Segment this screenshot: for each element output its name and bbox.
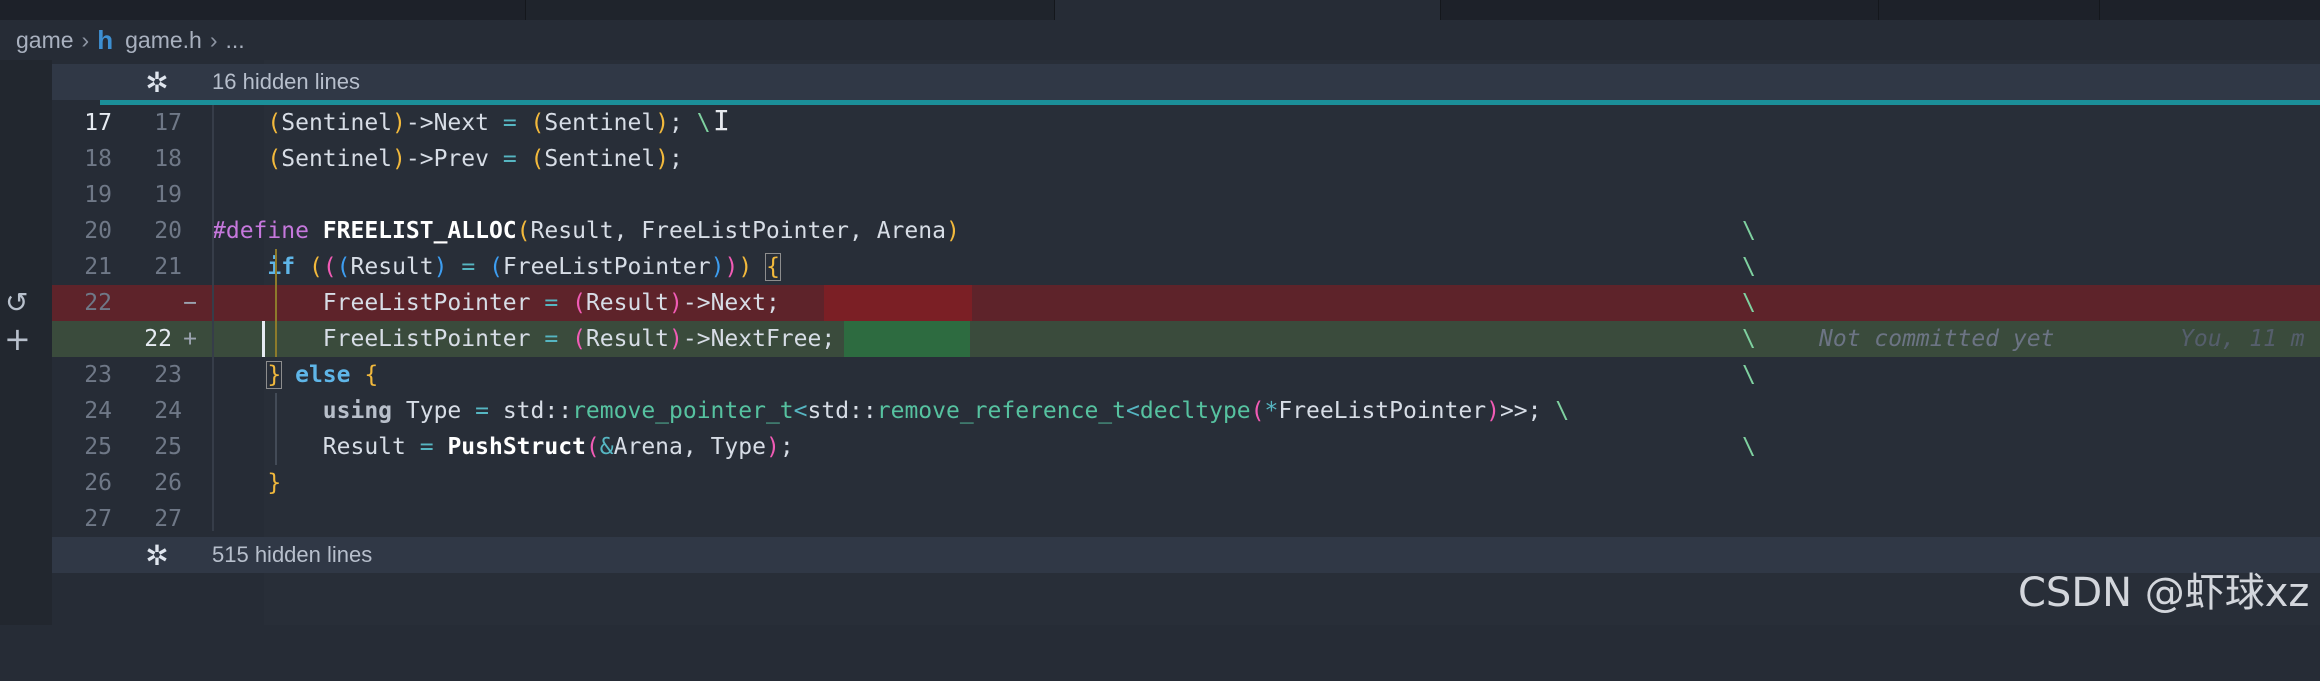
hidden-lines-label: 515 hidden lines xyxy=(212,542,373,567)
code-line[interactable]: 18 18 (Sentinel)->Prev = (Sentinel); xyxy=(52,141,2320,177)
code-text: FreeListPointer = (Result)->Next; xyxy=(212,290,780,316)
hidden-lines-bottom[interactable]: ✲ 515 hidden lines xyxy=(52,537,2320,573)
code-line[interactable]: 17 17 (Sentinel)->Next = (Sentinel); \ xyxy=(52,105,2320,141)
line-continuation: \ xyxy=(1742,290,1756,316)
editor-tab[interactable] xyxy=(0,0,526,20)
breadcrumb-folder[interactable]: game xyxy=(16,27,74,54)
line-continuation: \ xyxy=(1742,362,1756,388)
old-line-number: 24 xyxy=(84,398,112,424)
code-text: #define FREELIST_ALLOC(Result, FreeListP… xyxy=(212,218,960,244)
new-line-number: 21 xyxy=(154,254,182,280)
code-line[interactable]: 24 24 using Type = std::remove_pointer_t… xyxy=(52,393,2320,429)
code-line[interactable]: 27 27 xyxy=(52,501,2320,537)
hidden-lines-top[interactable]: ✲ 16 hidden lines xyxy=(52,64,2320,100)
old-line-number: 19 xyxy=(84,182,112,208)
new-line-number: 23 xyxy=(154,362,182,388)
code-text: (Sentinel)->Prev = (Sentinel); xyxy=(267,146,683,172)
editor-tab[interactable] xyxy=(2100,0,2320,20)
old-line-number: 18 xyxy=(84,146,112,172)
watermark: CSDN @虾球xz xyxy=(2018,570,2310,616)
new-line-number: 18 xyxy=(154,146,182,172)
chevron-right-icon: › xyxy=(209,26,218,53)
indent-guide xyxy=(275,249,277,357)
old-line-number: 27 xyxy=(84,506,112,532)
code-text: (Sentinel)->Next = (Sentinel); \ xyxy=(267,110,711,136)
unfold-icon[interactable]: ✲ xyxy=(140,66,174,99)
added-word-highlight xyxy=(844,321,970,357)
code-text: FreeListPointer = (Result)->NextFree; xyxy=(212,326,836,352)
new-line-number: 27 xyxy=(154,506,182,532)
editor-tab[interactable] xyxy=(526,0,1055,20)
code-text: } else { xyxy=(266,361,379,389)
new-line-number: 19 xyxy=(154,182,182,208)
new-line-number: 24 xyxy=(154,398,182,424)
editor-tab-active[interactable] xyxy=(1055,0,1441,20)
breadcrumb-file[interactable]: game.h xyxy=(125,27,202,54)
indent-guide xyxy=(275,393,277,465)
new-line-number: 22 xyxy=(144,326,172,352)
new-line-number: 20 xyxy=(154,218,182,244)
old-line-number: 26 xyxy=(84,470,112,496)
code-line[interactable]: 20 20 #define FREELIST_ALLOC(Result, Fre… xyxy=(52,213,2320,249)
old-line-number: 21 xyxy=(84,254,112,280)
plus-icon[interactable]: + xyxy=(4,320,31,358)
code-line[interactable]: 25 25 Result = PushStruct(&Arena, Type);… xyxy=(52,429,2320,465)
old-line-number: 22 xyxy=(84,290,112,316)
code-text: using Type = std::remove_pointer_t<std::… xyxy=(322,398,1570,424)
h-file-icon: h xyxy=(97,24,114,55)
new-line-number: 25 xyxy=(154,434,182,460)
tab-bar xyxy=(0,0,2320,20)
ibeam-cursor-icon: I xyxy=(713,104,730,137)
breadcrumb-symbol[interactable]: ... xyxy=(226,27,245,54)
line-continuation: \ xyxy=(1742,326,1756,352)
code-line[interactable]: 19 19 xyxy=(52,177,2320,213)
line-continuation: \ xyxy=(1742,254,1756,280)
plus-icon: + xyxy=(183,326,197,352)
editor-tab[interactable] xyxy=(1879,0,2100,20)
blame-annotation: Not committed yet xyxy=(1819,326,2055,352)
added-line[interactable]: 22 + FreeListPointer = (Result)->NextFre… xyxy=(52,321,2320,357)
line-continuation: \ xyxy=(1742,218,1756,244)
unfold-icon[interactable]: ✲ xyxy=(140,539,174,572)
breadcrumb: game › h game.h › ... xyxy=(0,20,2320,60)
code-text: if (((Result) = (FreeListPointer))) { xyxy=(267,253,781,281)
old-line-number: 20 xyxy=(84,218,112,244)
deleted-word-highlight xyxy=(824,285,972,321)
code-text: } xyxy=(267,470,282,496)
deleted-line[interactable]: 22 − FreeListPointer = (Result)->Next; \ xyxy=(52,285,2320,321)
old-line-number: 25 xyxy=(84,434,112,460)
blame-author: You, 11 m xyxy=(2180,326,2305,352)
minus-icon: − xyxy=(183,290,197,316)
code-line[interactable]: 23 23 } else { \ xyxy=(52,357,2320,393)
code-line[interactable]: 21 21 if (((Result) = (FreeListPointer))… xyxy=(52,249,2320,285)
new-line-number: 26 xyxy=(154,470,182,496)
line-continuation: \ xyxy=(1742,434,1756,460)
code-text: Result = PushStruct(&Arena, Type); xyxy=(212,434,794,460)
old-line-number: 17 xyxy=(84,110,112,136)
editor-tab[interactable] xyxy=(1441,0,1879,20)
old-line-number: 23 xyxy=(84,362,112,388)
chevron-right-icon: › xyxy=(81,26,90,53)
revert-icon[interactable]: ↺ xyxy=(5,286,28,319)
new-line-number: 17 xyxy=(154,110,182,136)
code-border xyxy=(212,105,214,531)
code-line[interactable]: 26 26 } xyxy=(52,465,2320,501)
hidden-lines-label: 16 hidden lines xyxy=(212,69,361,94)
